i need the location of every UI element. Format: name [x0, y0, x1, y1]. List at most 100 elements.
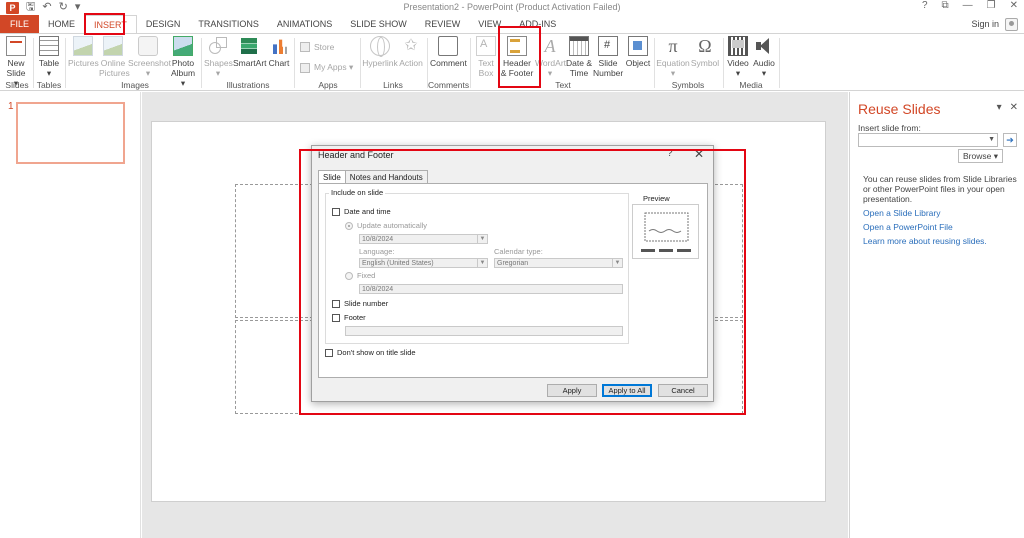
- title-bar: P 🖫 ↶ ↻ ▾ Presentation2 - PowerPoint (Pr…: [0, 0, 1024, 15]
- text-box-label-2: Box: [478, 68, 494, 78]
- photo-album-label-1: Photo: [171, 58, 195, 68]
- my-apps-icon: [300, 62, 310, 73]
- table-button[interactable]: Table ▾: [37, 36, 61, 78]
- audio-label: Audio: [753, 58, 775, 68]
- group-separator: [201, 38, 202, 88]
- slide-number-button[interactable]: Slide Number: [593, 36, 623, 78]
- slide-thumbnail[interactable]: [16, 102, 125, 164]
- comment-button[interactable]: Comment: [430, 36, 467, 68]
- video-label: Video: [727, 58, 749, 68]
- group-label-comments: Comments: [428, 80, 470, 90]
- shapes-button[interactable]: Shapes ▾: [204, 36, 233, 78]
- date-time-icon: [569, 36, 589, 56]
- pictures-icon: [73, 36, 93, 56]
- action-button[interactable]: ✩ Action: [398, 36, 424, 68]
- date-time-button[interactable]: Date & Time: [566, 36, 592, 78]
- chart-label: Chart: [268, 58, 290, 68]
- pictures-label: Pictures: [68, 58, 99, 68]
- audio-button[interactable]: Audio ▾: [752, 36, 776, 78]
- chart-button[interactable]: Chart: [266, 36, 292, 68]
- ribbon-display-icon[interactable]: ⧉: [942, 0, 949, 11]
- online-pictures-button[interactable]: Online Pictures: [99, 36, 130, 78]
- group-label-symbols: Symbols: [671, 80, 705, 90]
- hyperlink-button[interactable]: Hyperlink: [362, 36, 398, 68]
- group-separator: [360, 38, 361, 88]
- photo-album-label-2: Album ▾: [170, 68, 196, 88]
- tab-animations[interactable]: ANIMATIONS: [268, 15, 341, 33]
- smartart-icon: [239, 36, 259, 56]
- smartart-button[interactable]: SmartArt: [233, 36, 267, 68]
- tab-home[interactable]: HOME: [39, 15, 84, 33]
- tab-design[interactable]: DESIGN: [137, 15, 190, 33]
- group-label-illustrations: Illustrations: [226, 80, 270, 90]
- pane-close-icon[interactable]: ✕: [1010, 102, 1018, 113]
- slide-number-label-1: Slide: [598, 58, 618, 68]
- equation-label: Equation: [656, 58, 690, 68]
- equation-dropdown: ▾: [670, 68, 676, 78]
- object-label: Object: [625, 58, 651, 68]
- video-dropdown: ▾: [735, 68, 741, 78]
- table-icon: [39, 36, 59, 56]
- restore-icon[interactable]: ❐: [987, 0, 996, 11]
- shapes-icon: [208, 36, 228, 56]
- open-powerpoint-file-link[interactable]: Open a PowerPoint File: [863, 222, 953, 232]
- date-time-label-2: Time: [569, 68, 589, 78]
- insert-slide-from-combo[interactable]: ▼: [858, 133, 998, 147]
- speaker-icon: [754, 36, 774, 56]
- tab-slide-show[interactable]: SLIDE SHOW: [341, 15, 416, 33]
- tab-file[interactable]: FILE: [0, 15, 40, 33]
- online-pictures-icon: [103, 36, 123, 56]
- text-box-label-1: Text: [478, 58, 494, 68]
- screenshot-icon: [138, 36, 158, 56]
- browse-button[interactable]: Browse ▾: [958, 149, 1003, 163]
- group-separator: [294, 38, 295, 88]
- group-label-images: Images: [121, 80, 149, 90]
- my-apps-button[interactable]: My Apps ▾: [300, 62, 353, 73]
- screenshot-button[interactable]: Screenshot ▾: [128, 36, 171, 78]
- screenshot-dropdown: ▾: [145, 68, 151, 78]
- window-controls: ? ⧉ — ❐ ✕: [922, 0, 1018, 11]
- pictures-button[interactable]: Pictures: [68, 36, 99, 68]
- learn-more-link[interactable]: Learn more about reusing slides.: [863, 236, 987, 246]
- open-slide-library-link[interactable]: Open a Slide Library: [863, 208, 941, 218]
- help-icon[interactable]: ?: [922, 0, 928, 11]
- account-area: Sign in: [971, 15, 1024, 33]
- annotation-insert-tab: [84, 13, 125, 35]
- pane-controls: ▾ ✕: [997, 102, 1018, 113]
- pane-options-icon[interactable]: ▾: [997, 102, 1002, 113]
- object-button[interactable]: Object: [624, 36, 652, 68]
- action-star-icon: ✩: [404, 37, 418, 54]
- slide-number-label-2: Number: [593, 68, 624, 78]
- group-label-tables: Tables: [36, 80, 62, 90]
- smartart-label: SmartArt: [233, 58, 267, 68]
- screenshot-label: Screenshot: [128, 58, 171, 68]
- my-apps-label: My Apps ▾: [314, 62, 354, 72]
- object-icon: [628, 36, 648, 56]
- close-icon[interactable]: ✕: [1010, 0, 1018, 11]
- tab-transitions[interactable]: TRANSITIONS: [189, 15, 268, 33]
- comment-icon: [438, 36, 458, 56]
- symbol-button[interactable]: Ω Symbol: [690, 36, 720, 68]
- video-button[interactable]: Video ▾: [726, 36, 750, 78]
- tab-review[interactable]: REVIEW: [416, 15, 470, 33]
- minimize-icon[interactable]: —: [963, 0, 973, 11]
- shapes-dropdown: ▾: [215, 68, 221, 78]
- thumbnail-number: 1: [8, 101, 14, 112]
- chart-icon: [269, 36, 289, 56]
- group-label-links: Links: [383, 80, 403, 90]
- photo-album-button[interactable]: Photo Album ▾: [168, 36, 198, 88]
- text-box-button[interactable]: Text Box: [474, 36, 498, 78]
- store-button[interactable]: Store: [300, 42, 334, 52]
- window-title: Presentation2 - PowerPoint (Product Acti…: [403, 2, 621, 12]
- chevron-down-icon: ▼: [988, 136, 995, 143]
- equation-button[interactable]: π Equation ▾: [656, 36, 690, 78]
- photo-album-icon: [173, 36, 193, 56]
- go-arrow-button[interactable]: ➔: [1003, 133, 1017, 147]
- insert-slide-from-label: Insert slide from:: [858, 123, 921, 133]
- video-icon: [728, 36, 748, 56]
- table-dropdown: ▾: [46, 68, 52, 78]
- store-label: Store: [314, 42, 335, 52]
- hyperlink-icon: [370, 36, 390, 57]
- smiley-feedback-icon[interactable]: [1005, 17, 1018, 31]
- sign-in-link[interactable]: Sign in: [971, 19, 999, 29]
